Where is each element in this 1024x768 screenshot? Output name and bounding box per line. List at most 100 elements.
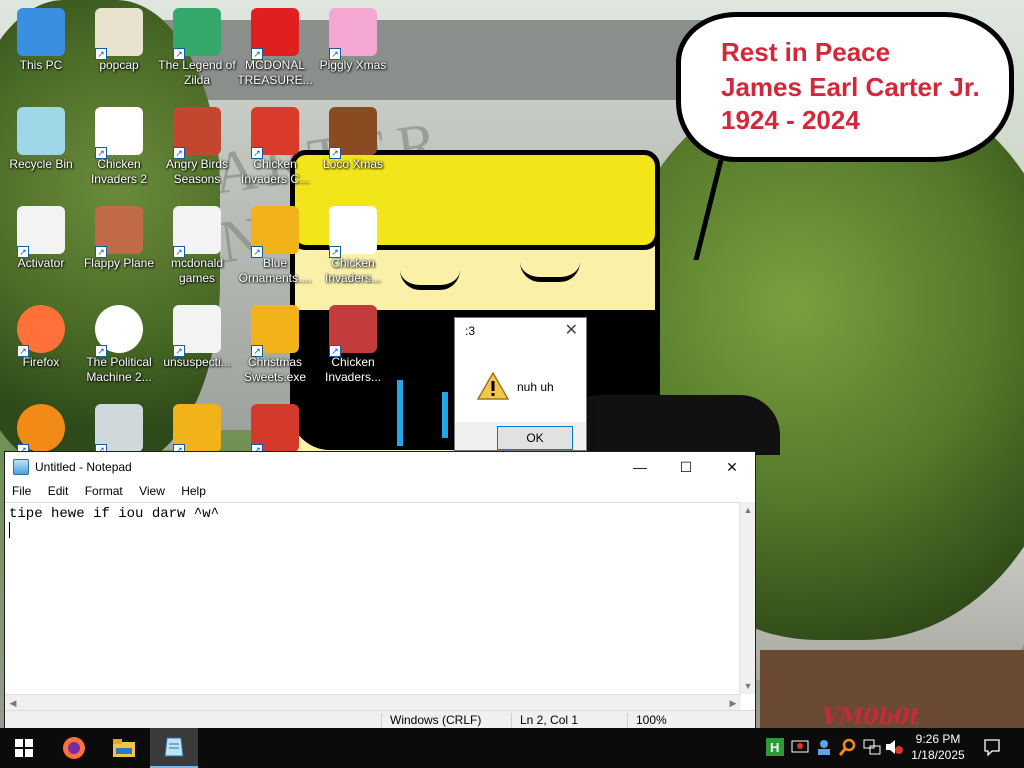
desktop-icon[interactable]: ↗ Chicken Invaders 2 — [80, 103, 158, 199]
system-clock[interactable]: 9:26 PM 1/18/2025 — [900, 731, 976, 763]
notifications-icon[interactable] — [983, 738, 1001, 756]
shortcut-arrow-icon: ↗ — [329, 48, 341, 60]
message-box-titlebar[interactable]: :3 ✕ — [455, 318, 586, 344]
desktop-icon[interactable]: ↗ Flappy Plane — [80, 202, 158, 298]
menu-format[interactable]: Format — [78, 482, 123, 498]
scroll-down-icon[interactable]: ▼ — [740, 678, 756, 694]
file-icon: ↗ — [173, 305, 221, 357]
menu-help[interactable]: Help — [174, 482, 206, 498]
shortcut-arrow-icon: ↗ — [95, 147, 107, 159]
desktop-icon[interactable]: ↗ The Political Machine 2... — [80, 301, 158, 397]
desktop-icon[interactable]: ↗ popcap — [80, 4, 158, 100]
desktop-icon[interactable]: ↗ Loco Xmas — [314, 103, 392, 199]
desktop-icon[interactable]: ↗ Christmas Sweets.exe — [236, 301, 314, 397]
desktop-icon-label: Loco Xmas — [322, 157, 384, 171]
network-icon[interactable] — [863, 738, 881, 756]
desktop-icon[interactable]: ↗ MCDONAL TREASURE... — [236, 4, 314, 100]
user-tray-icon[interactable] — [815, 738, 833, 756]
svg-text:H: H — [770, 740, 779, 755]
desktop-icon-label: Chicken Invaders 2 — [90, 157, 148, 186]
desktop-icon[interactable]: ↗ The Legend of Zilda — [158, 4, 236, 100]
message-text: nuh uh — [517, 380, 554, 394]
firefox-icon — [63, 737, 85, 759]
recycle-bin-icon — [17, 107, 65, 155]
notepad-menubar: File Edit Format View Help — [5, 482, 755, 502]
taskbar-notepad[interactable] — [150, 728, 198, 768]
desktop-icon[interactable]: ↗ Chicken Invaders... — [314, 202, 392, 298]
shortcut-arrow-icon: ↗ — [251, 48, 263, 60]
political-machine-icon: ↗ — [95, 305, 143, 357]
minimize-icon[interactable]: — — [617, 452, 663, 482]
desktop-icon[interactable]: This PC — [2, 4, 80, 100]
horizontal-scrollbar[interactable]: ◀ ▶ — [5, 694, 741, 710]
close-icon[interactable]: ✕ — [565, 320, 578, 340]
menu-view[interactable]: View — [132, 482, 165, 498]
shortcut-arrow-icon: ↗ — [329, 246, 341, 258]
shortcut-arrow-icon: ↗ — [251, 147, 263, 159]
shortcut-arrow-icon: ↗ — [95, 48, 107, 60]
taskbar: H 9:26 PM 1/18/2025 — [0, 728, 1024, 768]
desktop-icon[interactable]: ↗ Activator — [2, 202, 80, 298]
popcap-ornament-icon: ↗ — [251, 206, 299, 258]
scroll-right-icon[interactable]: ▶ — [725, 695, 741, 711]
desktop-icon-label: popcap — [99, 58, 139, 72]
mcdonalds-icon: ↗ — [251, 8, 299, 60]
windows-logo-icon — [15, 739, 33, 757]
angry-birds-icon: ↗ — [173, 107, 221, 159]
ok-button[interactable]: OK — [497, 426, 573, 450]
desktop-icon-label: MCDONAL TREASURE... — [237, 58, 313, 87]
taskbar-file-explorer[interactable] — [100, 728, 148, 768]
desktop-icon-label: The Political Machine 2... — [86, 355, 152, 384]
shortcut-arrow-icon: ↗ — [329, 345, 341, 357]
notepad-statusbar: Windows (CRLF) Ln 2, Col 1 100% — [5, 710, 755, 729]
desktop-icon[interactable]: ↗ unsuspecti... — [158, 301, 236, 397]
desktop-icon[interactable]: ↗ Piggly Xmas — [314, 4, 392, 100]
desktop-icon[interactable]: ↗ Chicken Invaders... — [314, 301, 392, 397]
search-tray-icon[interactable] — [839, 738, 857, 756]
scroll-up-icon[interactable]: ▲ — [740, 502, 756, 518]
shortcut-arrow-icon: ↗ — [329, 147, 341, 159]
shortcut-arrow-icon: ↗ — [173, 48, 185, 60]
desktop-icon[interactable]: Recycle Bin — [2, 103, 80, 199]
watermark: VM0b0t — [822, 704, 920, 730]
status-encoding: Windows (CRLF) — [381, 713, 481, 729]
text-caret — [9, 522, 10, 538]
desktop-icon[interactable]: ↗ Firefox — [2, 301, 80, 397]
shortcut-arrow-icon: ↗ — [173, 345, 185, 357]
notepad-titlebar[interactable]: Untitled - Notepad — ☐ ✕ — [5, 452, 755, 482]
shortcut-arrow-icon: ↗ — [17, 246, 29, 258]
shortcut-arrow-icon: ↗ — [251, 246, 263, 258]
scroll-left-icon[interactable]: ◀ — [5, 695, 21, 711]
monitor-tray-icon[interactable] — [791, 738, 809, 756]
green-h-tray-icon[interactable]: H — [766, 738, 784, 756]
vertical-scrollbar[interactable]: ▲ ▼ — [739, 502, 755, 694]
desktop-icon[interactable]: ↗ Chicken Invaders C... — [236, 103, 314, 199]
maximize-icon[interactable]: ☐ — [663, 452, 709, 482]
message-box: :3 ✕ nuh uh OK — [454, 317, 587, 451]
desktop-icon[interactable]: ↗ Angry Birds Seasons — [158, 103, 236, 199]
desktop-icon[interactable]: ↗ mcdonald games — [158, 202, 236, 298]
desktop-icon-label: This PC — [19, 58, 63, 72]
bubble-line-1: Rest in Peace — [721, 37, 891, 67]
warning-icon — [477, 372, 509, 400]
notepad-text-area[interactable]: tipe hewe if iou darw ^w^ — [5, 502, 741, 694]
close-icon[interactable]: ✕ — [709, 452, 755, 482]
menu-edit[interactable]: Edit — [41, 482, 69, 498]
photo-icon: ↗ — [95, 404, 143, 456]
menu-file[interactable]: File — [5, 482, 31, 498]
file-icon: ↗ — [173, 206, 221, 258]
status-zoom: 100% — [627, 713, 667, 729]
chicken-icon: ↗ — [95, 107, 143, 159]
pig-icon: ↗ — [329, 8, 377, 60]
desktop-icon[interactable]: ↗ Blue Ornaments.... — [236, 202, 314, 298]
speech-bubble: Rest in Peace James Earl Carter Jr. 1924… — [676, 12, 1014, 162]
taskbar-firefox[interactable] — [50, 728, 98, 768]
game-icon: ↗ — [173, 8, 221, 60]
bear-icon: ↗ — [329, 107, 377, 159]
start-button[interactable] — [0, 728, 48, 768]
shortcut-arrow-icon: ↗ — [17, 345, 29, 357]
snowman-icon: ↗ — [251, 107, 299, 159]
plane-icon: ↗ — [95, 206, 143, 258]
clock-date: 1/18/2025 — [911, 748, 965, 762]
shortcut-arrow-icon: ↗ — [251, 345, 263, 357]
